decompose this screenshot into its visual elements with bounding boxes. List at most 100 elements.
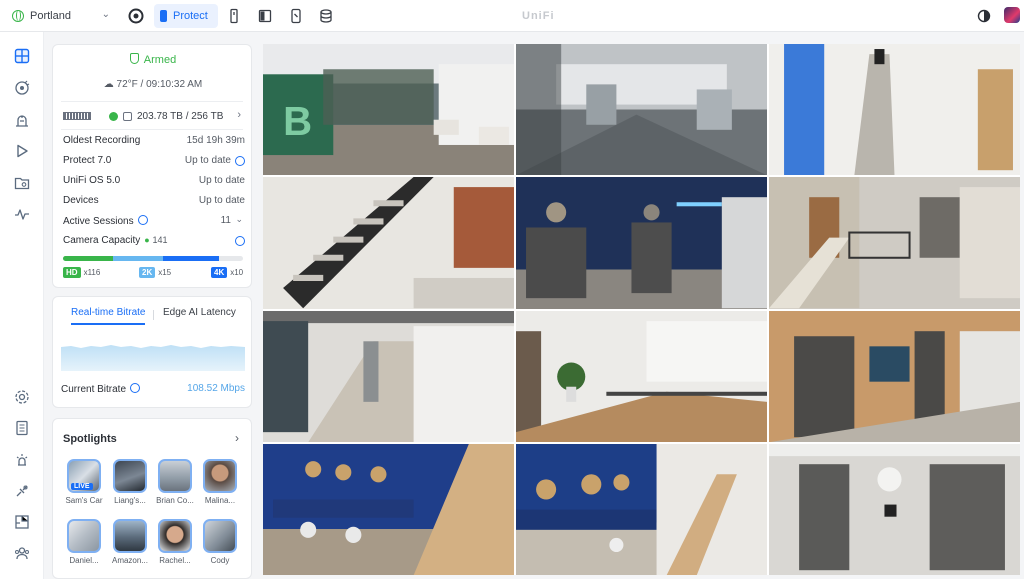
protect-version-row: Protect 7.0 Up to date xyxy=(63,155,245,169)
camera-feed[interactable] xyxy=(263,443,514,575)
tab-protect[interactable]: Protect xyxy=(154,4,218,28)
tab-edge-ai-latency[interactable]: Edge AI Latency xyxy=(163,307,236,318)
spotlight-thumbnail xyxy=(203,519,237,553)
camera-feed[interactable] xyxy=(263,310,514,442)
spotlight-thumbnail: LIVE xyxy=(67,459,101,493)
user-avatar[interactable] xyxy=(1004,7,1020,23)
capacity-hd-segment xyxy=(63,256,114,261)
bitrate-card: Real-time Bitrate Edge AI Latency Curren… xyxy=(52,296,252,408)
camera-feed[interactable] xyxy=(516,177,767,309)
spotlight-item[interactable]: LIVE Sam's Car xyxy=(65,459,103,505)
detections-icon[interactable] xyxy=(13,79,30,96)
live-view-icon[interactable] xyxy=(13,47,30,64)
spotlight-thumbnail xyxy=(113,459,147,493)
tab-realtime-bitrate[interactable]: Real-time Bitrate xyxy=(71,307,146,325)
os-version-label: UniFi OS 5.0 xyxy=(63,175,121,186)
4k-tag: 4K xyxy=(211,267,228,278)
bitrate-tabs: Real-time Bitrate Edge AI Latency xyxy=(61,307,245,325)
active-sessions-label: Active Sessions xyxy=(63,216,134,227)
spotlight-item[interactable]: Brian Co... xyxy=(156,459,194,505)
camera-scene-lounge xyxy=(273,443,514,575)
camera-feed[interactable] xyxy=(516,443,767,575)
info-icon[interactable] xyxy=(235,236,245,246)
live-badge: LIVE xyxy=(71,483,93,490)
camera-feed[interactable] xyxy=(769,310,1020,442)
settings-gear-icon[interactable] xyxy=(13,388,30,405)
theme-toggle-icon[interactable] xyxy=(976,8,992,24)
storage-app-icon[interactable] xyxy=(318,8,334,24)
users-icon[interactable] xyxy=(13,544,30,561)
protect-version-status: Up to date xyxy=(184,155,231,166)
exports-folder-icon[interactable] xyxy=(13,174,30,191)
healthy-check-icon xyxy=(109,111,118,121)
integrations-icon[interactable] xyxy=(13,482,30,499)
armed-status[interactable]: Armed xyxy=(53,53,253,66)
camera-scene-corridor xyxy=(263,310,514,442)
camera-capacity-row: Camera Capacity ● 141 xyxy=(63,235,245,249)
spotlight-item[interactable]: Daniel... xyxy=(65,519,103,565)
svg-text:B: B xyxy=(283,99,312,144)
oldest-recording-label: Oldest Recording xyxy=(63,135,141,146)
hd-tag: HD xyxy=(63,267,81,278)
spotlight-label: Amazon... xyxy=(111,556,148,565)
alerts-light-icon[interactable] xyxy=(13,451,30,468)
spotlight-thumbnail xyxy=(158,519,192,553)
camera-scene-wood-elevators xyxy=(769,330,1020,442)
site-name: Portland xyxy=(30,10,71,22)
site-selector[interactable]: Portland ⌄ xyxy=(12,6,116,26)
insights-pulse-icon[interactable] xyxy=(13,205,30,222)
access-app-icon[interactable] xyxy=(226,8,242,24)
talk-app-icon[interactable] xyxy=(288,8,304,24)
spotlight-thumbnail xyxy=(158,459,192,493)
camera-feed[interactable]: B xyxy=(263,44,514,176)
camera-feed[interactable] xyxy=(769,44,1020,176)
camera-feed[interactable] xyxy=(263,177,514,309)
alarm-manager-icon[interactable] xyxy=(13,111,30,128)
active-sessions-label-wrap: Active Sessions xyxy=(63,215,148,227)
camera-scene-hallway xyxy=(784,44,1013,176)
spotlight-item[interactable]: Liang's... xyxy=(111,459,149,505)
weather-text: 72°F / 09:10:32 AM xyxy=(116,79,203,90)
spotlights-title: Spotlights xyxy=(63,433,117,445)
playback-icon[interactable] xyxy=(13,142,30,159)
spotlight-item[interactable]: Malina... xyxy=(201,459,239,505)
camera-scene-lobby: B xyxy=(263,64,514,156)
update-history-icon[interactable] xyxy=(235,156,245,166)
capacity-2k-segment xyxy=(113,256,164,261)
protect-version-label: Protect 7.0 xyxy=(63,155,112,166)
camera-feed[interactable] xyxy=(769,177,1020,309)
legend-hd: HD x116 xyxy=(63,267,100,278)
capacity-4k-segment xyxy=(163,256,220,261)
bitrate-sparkline xyxy=(61,345,245,371)
active-sessions-count: 11 xyxy=(220,215,231,226)
logs-icon[interactable] xyxy=(13,419,30,436)
spotlight-thumbnail xyxy=(113,519,147,553)
2k-count: x15 xyxy=(158,268,172,277)
camera-capacity-label-wrap: Camera Capacity ● 141 xyxy=(63,235,168,246)
storage-row[interactable]: 203.78 TB / 256 TB › xyxy=(63,109,243,123)
chevron-right-icon[interactable]: › xyxy=(235,431,239,445)
active-sessions-row[interactable]: Active Sessions 11 ⌄ xyxy=(63,214,245,229)
devices-row: Devices Up to date xyxy=(63,195,245,209)
spotlight-label: Cody xyxy=(210,556,230,565)
divider xyxy=(61,129,243,130)
spotlight-label: Brian Co... xyxy=(156,496,194,505)
spotlight-label: Daniel... xyxy=(69,556,99,565)
4k-count: x10 xyxy=(230,268,244,277)
devices-label: Devices xyxy=(63,195,99,206)
network-app-icon[interactable] xyxy=(257,8,273,24)
info-icon[interactable] xyxy=(137,215,148,225)
floorplan-icon[interactable] xyxy=(13,513,30,530)
spotlight-item[interactable]: Cody xyxy=(201,519,239,565)
spotlight-item[interactable]: Rachel... xyxy=(156,519,194,565)
spotlight-label: Malina... xyxy=(204,496,236,505)
camera-feed[interactable] xyxy=(516,44,767,176)
spotlight-thumbnail xyxy=(203,459,237,493)
spotlight-item[interactable]: Amazon... xyxy=(111,519,149,565)
camera-feed[interactable] xyxy=(516,310,767,442)
nvr-device-icon xyxy=(63,112,91,120)
protect-app-icon[interactable] xyxy=(128,8,144,24)
spotlight-thumbnail xyxy=(67,519,101,553)
info-icon[interactable] xyxy=(130,383,141,393)
camera-feed[interactable] xyxy=(769,443,1020,575)
